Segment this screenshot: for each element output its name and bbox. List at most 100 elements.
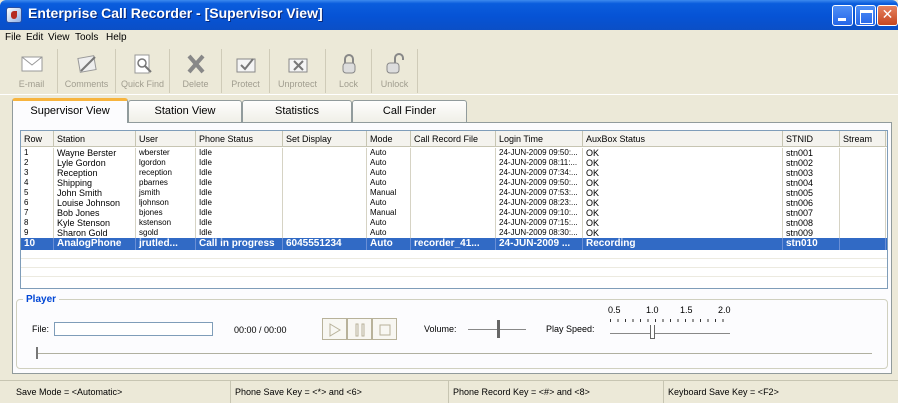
menu-edit[interactable]: Edit xyxy=(26,32,43,43)
play-speed-slider[interactable] xyxy=(610,333,730,334)
cell-stnid: stn009 xyxy=(783,228,840,238)
cell-stream xyxy=(840,148,886,158)
file-input[interactable] xyxy=(54,322,213,336)
play-speed-slider-thumb[interactable] xyxy=(650,325,655,339)
menu-view[interactable]: View xyxy=(48,32,70,43)
column-stream[interactable]: Stream xyxy=(840,131,886,147)
delete-label: Delete xyxy=(182,79,209,89)
play-button[interactable] xyxy=(322,318,347,340)
cell-row-number: 2 xyxy=(21,158,54,168)
cell-stream xyxy=(840,178,886,188)
menu-file[interactable]: File xyxy=(5,32,21,43)
quick-find-button[interactable]: Quick Find xyxy=(116,49,170,93)
cell-auxbox-status: OK xyxy=(583,178,783,188)
cell-set-display xyxy=(283,148,367,158)
lock-button[interactable]: Lock xyxy=(326,49,372,93)
table-row-selected[interactable]: 10 AnalogPhone jrutled... Call in progress 6… xyxy=(21,238,887,250)
cell-stnid: stn010 xyxy=(783,238,840,250)
column-station[interactable]: Station xyxy=(54,131,136,147)
table-row[interactable]: 4 Shipping pbarnes Idle Auto 24-JUN-2009 09:5… xyxy=(21,178,887,188)
cell-stnid: stn003 xyxy=(783,168,840,178)
status-save-mode: Save Mode = <Automatic> xyxy=(12,381,231,403)
cell-mode: Auto xyxy=(367,218,411,228)
tab-statistics[interactable]: Statistics xyxy=(242,100,352,122)
column-phone-status[interactable]: Phone Status xyxy=(196,131,283,147)
window-title: Enterprise Call Recorder - [Supervisor V… xyxy=(28,5,323,21)
cell-call-record-file xyxy=(411,198,496,208)
minimize-button[interactable] xyxy=(832,5,853,26)
tab-call-finder[interactable]: Call Finder xyxy=(352,100,467,122)
cell-auxbox-status: OK xyxy=(583,228,783,238)
unprotect-button[interactable]: Unprotect xyxy=(270,49,326,93)
cell-stnid: stn001 xyxy=(783,148,840,158)
status-bar: Save Mode = <Automatic> Phone Save Key =… xyxy=(0,380,898,403)
cell-auxbox-status: Recording xyxy=(583,238,783,250)
volume-slider-thumb[interactable] xyxy=(497,320,500,338)
close-button[interactable]: ✕ xyxy=(877,5,898,26)
unprotect-label: Unprotect xyxy=(277,79,318,89)
cell-row-number: 9 xyxy=(21,228,54,238)
column-login-time[interactable]: Login Time xyxy=(496,131,583,147)
toolbar: E-mail Comments Quick Find Delete Protec… xyxy=(0,47,898,95)
speed-tick-marks xyxy=(610,319,730,322)
cell-row-number: 4 xyxy=(21,178,54,188)
cell-station: Sharon Gold xyxy=(54,228,136,238)
close-icon: ✕ xyxy=(881,7,894,23)
column-user[interactable]: User xyxy=(136,131,196,147)
table-row[interactable]: 5 John Smith jsmith Idle Manual 24-JUN-2009 0… xyxy=(21,188,887,198)
cell-auxbox-status: OK xyxy=(583,148,783,158)
column-set-display[interactable]: Set Display xyxy=(283,131,367,147)
pause-icon xyxy=(355,323,365,337)
cell-station: Kyle Stenson xyxy=(54,218,136,228)
seek-slider[interactable] xyxy=(36,353,872,354)
cell-mode: Manual xyxy=(367,208,411,218)
comments-button[interactable]: Comments xyxy=(58,49,116,93)
cell-login-time: 24-JUN-2009 07:15:... xyxy=(496,218,583,228)
table-row[interactable]: 6 Louise Johnson ljohnson Idle Auto 24-JUN-20… xyxy=(21,198,887,208)
cell-call-record-file xyxy=(411,178,496,188)
column-mode[interactable]: Mode xyxy=(367,131,411,147)
stop-button[interactable] xyxy=(372,318,397,340)
seek-slider-thumb[interactable] xyxy=(36,347,38,359)
volume-label: Volume: xyxy=(424,324,457,334)
comments-label: Comments xyxy=(64,79,109,89)
tab-station-view[interactable]: Station View xyxy=(128,100,242,122)
cell-call-record-file xyxy=(411,228,496,238)
cell-login-time: 24-JUN-2009 08:30:... xyxy=(496,228,583,238)
menu-tools[interactable]: Tools xyxy=(75,32,98,43)
column-row[interactable]: Row xyxy=(21,131,54,147)
menu-help[interactable]: Help xyxy=(106,32,127,43)
comments-icon xyxy=(76,55,97,73)
unlock-button[interactable]: Unlock xyxy=(372,49,418,93)
table-row[interactable]: 7 Bob Jones bjones Idle Manual 24-JUN-2009 09… xyxy=(21,208,887,218)
status-phone-save-key: Phone Save Key = <*> and <6> xyxy=(231,381,449,403)
cell-login-time: 24-JUN-2009 09:50:... xyxy=(496,148,583,158)
maximize-button[interactable] xyxy=(855,5,876,26)
protect-label: Protect xyxy=(231,79,260,89)
delete-button[interactable]: Delete xyxy=(170,49,222,93)
table-row[interactable]: 9 Sharon Gold sgold Idle Auto 24-JUN-2009 08:… xyxy=(21,228,887,238)
cell-phone-status: Idle xyxy=(196,218,283,228)
cell-phone-status: Idle xyxy=(196,188,283,198)
column-call-record-file[interactable]: Call Record File xyxy=(411,131,496,147)
pause-button[interactable] xyxy=(347,318,372,340)
cell-row-number: 10 xyxy=(21,238,54,250)
cell-row-number: 7 xyxy=(21,208,54,218)
column-auxbox-status[interactable]: AuxBox Status xyxy=(583,131,783,147)
cell-login-time: 24-JUN-2009 08:23:... xyxy=(496,198,583,208)
table-row[interactable]: 3 Reception reception Idle Auto 24-JUN-2009 0… xyxy=(21,168,887,178)
table-row[interactable]: 2 Lyle Gordon lgordon Idle Auto 24-JUN-2009 0… xyxy=(21,158,887,168)
cell-phone-status: Idle xyxy=(196,158,283,168)
table-row[interactable]: 8 Kyle Stenson kstenson Idle Auto 24-JUN-2009… xyxy=(21,218,887,228)
cell-row-number: 3 xyxy=(21,168,54,178)
cell-auxbox-status: OK xyxy=(583,198,783,208)
email-button[interactable]: E-mail xyxy=(6,49,58,93)
protect-button[interactable]: Protect xyxy=(222,49,270,93)
cell-station: Shipping xyxy=(54,178,136,188)
empty-row xyxy=(21,250,887,259)
cell-user: jrutled... xyxy=(136,238,196,250)
table-row[interactable]: 1 Wayne Berster wberster Idle Auto 24-JUN-200… xyxy=(21,148,887,158)
tab-supervisor-view[interactable]: Supervisor View xyxy=(12,98,128,123)
column-stnid[interactable]: STNID xyxy=(783,131,840,147)
cell-row-number: 8 xyxy=(21,218,54,228)
